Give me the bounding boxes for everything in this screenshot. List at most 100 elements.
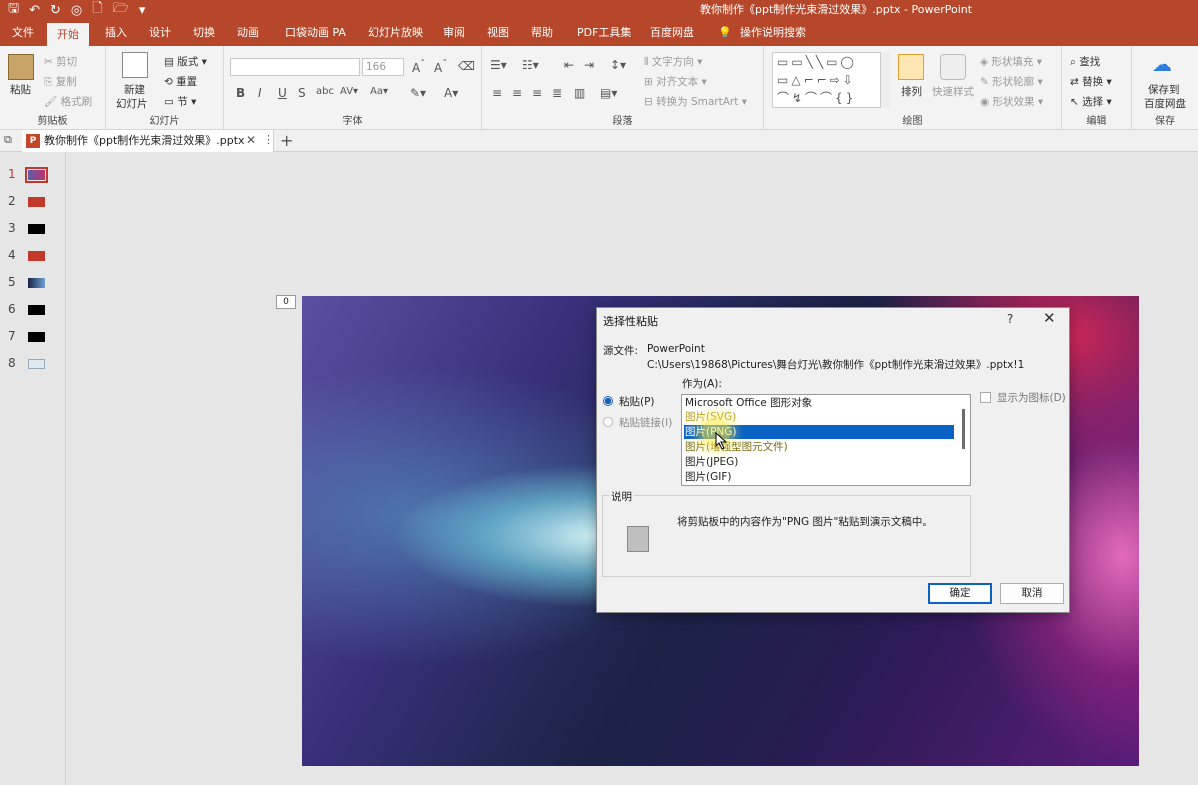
shapes-gallery[interactable]: ▭▭╲╲▭◯ ▭△⌐⌐⇨⇩ ⌒↯⌒⌒{} bbox=[772, 52, 890, 108]
smartart-button[interactable]: ⊟ 转换为 SmartArt ▾ bbox=[644, 94, 747, 109]
italic-icon[interactable]: I bbox=[258, 86, 262, 100]
find-button[interactable]: ⌕ 查找 bbox=[1070, 54, 1100, 69]
baidu-netdisk-icon[interactable]: ☁ bbox=[1152, 52, 1172, 76]
paste-link-radio[interactable] bbox=[603, 417, 613, 427]
decrease-font-icon[interactable]: Aˇ bbox=[434, 59, 447, 75]
close-icon[interactable]: ✕ bbox=[1043, 309, 1056, 327]
list-item[interactable]: Microsoft Office 图形对象 bbox=[684, 396, 812, 410]
paste-radio[interactable] bbox=[603, 396, 613, 406]
strikethrough-icon[interactable]: abc bbox=[316, 86, 334, 97]
listbox-scrollbar[interactable] bbox=[962, 409, 965, 449]
copy-button[interactable]: ⎘ 复制 bbox=[44, 74, 77, 89]
shape-fill-button[interactable]: ◈ 形状填充 ▾ bbox=[980, 54, 1042, 69]
tab-pdf-tools[interactable]: PDF工具集 bbox=[575, 20, 633, 46]
new-slide-button[interactable]: 新建 bbox=[124, 82, 145, 97]
thumbnail-6[interactable]: 6 bbox=[0, 300, 66, 320]
thumbnail-2[interactable]: 2 bbox=[0, 192, 66, 212]
thumbnail-1[interactable]: 1 bbox=[0, 165, 66, 185]
customize-qat-icon[interactable]: ▾ bbox=[139, 3, 146, 18]
cancel-button[interactable]: 取消 bbox=[1000, 583, 1064, 604]
tab-list-icon[interactable]: ⧉ bbox=[4, 133, 12, 147]
new-tab-icon[interactable]: + bbox=[280, 131, 293, 150]
replace-button[interactable]: ⇄ 替换 ▾ bbox=[1070, 74, 1112, 89]
tab-animations[interactable]: 动画 bbox=[235, 20, 261, 46]
font-color-icon[interactable]: A▾ bbox=[444, 86, 458, 100]
tab-file[interactable]: 文件 bbox=[10, 20, 36, 46]
tab-baidu-netdisk[interactable]: 百度网盘 bbox=[648, 20, 696, 46]
document-tab[interactable]: P 教你制作《ppt制作光束滑过效果》.pptx ✕ ⋮ bbox=[22, 130, 274, 152]
arrange-button[interactable]: 排列 bbox=[901, 84, 922, 99]
underline-icon[interactable]: U bbox=[278, 86, 287, 100]
select-button[interactable]: ↖ 选择 ▾ bbox=[1070, 94, 1112, 109]
font-size-combo[interactable]: 166 bbox=[362, 58, 404, 76]
paste-button[interactable]: 粘贴 bbox=[10, 82, 31, 97]
help-icon[interactable]: ? bbox=[1007, 312, 1013, 326]
present-icon[interactable]: ◎ bbox=[71, 3, 82, 18]
numbering-icon[interactable]: ☷▾ bbox=[522, 58, 539, 72]
layout-button[interactable]: ▤ 版式 ▾ bbox=[164, 54, 207, 69]
arrange-icon[interactable] bbox=[898, 54, 924, 80]
new-file-icon[interactable]: 🗋 bbox=[92, 0, 102, 21]
highlight-icon[interactable]: ✎▾ bbox=[410, 86, 426, 100]
paste-radio-label[interactable]: 粘贴(P) bbox=[619, 394, 655, 409]
quick-styles-icon[interactable] bbox=[940, 54, 966, 80]
clear-format-icon[interactable]: ⌫ bbox=[458, 59, 475, 73]
decrease-indent-icon[interactable]: ⇤ bbox=[564, 58, 574, 72]
shape-outline-button[interactable]: ✎ 形状轮廓 ▾ bbox=[980, 74, 1043, 89]
tab-home[interactable]: 开始 bbox=[47, 23, 89, 46]
tab-transitions[interactable]: 切换 bbox=[191, 20, 217, 46]
columns-icon[interactable]: ▤▾ bbox=[600, 86, 617, 100]
align-right-icon[interactable]: ≡ bbox=[532, 86, 542, 100]
thumbnail-8[interactable]: 8 bbox=[0, 354, 66, 374]
shape-effects-button[interactable]: ◉ 形状效果 ▾ bbox=[980, 94, 1043, 109]
align-center-icon[interactable]: ≡ bbox=[512, 86, 522, 100]
redo-icon[interactable]: ↻ bbox=[50, 3, 61, 18]
format-painter-button[interactable]: 🖌 格式刷 bbox=[44, 94, 92, 109]
shadow-icon[interactable]: S bbox=[298, 86, 306, 100]
tab-pocket-animation[interactable]: 口袋动画 PA bbox=[283, 20, 348, 46]
tab-design[interactable]: 设计 bbox=[147, 20, 173, 46]
save-icon[interactable]: 🖫 bbox=[8, 0, 19, 21]
list-item[interactable]: 图片(JPEG) bbox=[684, 455, 738, 469]
tab-insert[interactable]: 插入 bbox=[103, 20, 129, 46]
tab-slideshow[interactable]: 幻灯片放映 bbox=[366, 20, 425, 46]
save-to-netdisk-button[interactable]: 保存到 bbox=[1148, 82, 1180, 97]
bullets-icon[interactable]: ☰▾ bbox=[490, 58, 507, 72]
open-folder-icon[interactable]: 🗁 bbox=[113, 0, 129, 21]
cut-button[interactable]: ✂ 剪切 bbox=[44, 54, 77, 69]
close-tab-icon[interactable]: ✕ bbox=[246, 133, 256, 147]
show-as-icon-checkbox[interactable] bbox=[980, 392, 991, 403]
distributed-icon[interactable]: ▥ bbox=[574, 86, 585, 100]
font-name-combo[interactable] bbox=[230, 58, 360, 76]
align-left-icon[interactable]: ≡ bbox=[492, 86, 502, 100]
tab-review[interactable]: 审阅 bbox=[441, 20, 467, 46]
bold-icon[interactable]: B bbox=[236, 86, 245, 100]
align-text-button[interactable]: ⊞ 对齐文本 ▾ bbox=[644, 74, 707, 89]
justify-icon[interactable]: ≣ bbox=[552, 86, 562, 100]
new-slide-label[interactable]: 幻灯片 bbox=[116, 96, 148, 111]
save-to-netdisk-label[interactable]: 百度网盘 bbox=[1144, 96, 1186, 111]
section-button[interactable]: ▭ 节 ▾ bbox=[164, 94, 196, 109]
tab-view[interactable]: 视图 bbox=[485, 20, 511, 46]
tab-help[interactable]: 帮助 bbox=[529, 20, 555, 46]
thumbnail-3[interactable]: 3 bbox=[0, 219, 66, 239]
char-spacing-icon[interactable]: AV▾ bbox=[340, 86, 358, 97]
increase-indent-icon[interactable]: ⇥ bbox=[584, 58, 594, 72]
tab-menu-icon[interactable]: ⋮ bbox=[263, 133, 274, 146]
quick-styles-button[interactable]: 快速样式 bbox=[932, 84, 974, 99]
thumbnail-5[interactable]: 5 bbox=[0, 273, 66, 293]
line-spacing-icon[interactable]: ↕▾ bbox=[610, 58, 626, 72]
reset-button[interactable]: ⟲ 重置 bbox=[164, 74, 197, 89]
list-item[interactable]: 图片(GIF) bbox=[684, 470, 731, 484]
thumbnail-4[interactable]: 4 bbox=[0, 246, 66, 266]
new-slide-icon[interactable] bbox=[122, 52, 148, 78]
ok-button[interactable]: 确定 bbox=[928, 583, 992, 604]
thumbnail-7[interactable]: 7 bbox=[0, 327, 66, 347]
increase-font-icon[interactable]: Aˆ bbox=[412, 59, 425, 75]
show-as-icon-label[interactable]: 显示为图标(D) bbox=[997, 390, 1066, 405]
paste-link-radio-label[interactable]: 粘贴链接(I) bbox=[619, 415, 672, 430]
text-direction-button[interactable]: ⫴ 文字方向 ▾ bbox=[644, 54, 702, 69]
undo-icon[interactable]: ↶ bbox=[29, 3, 40, 18]
paste-icon[interactable] bbox=[8, 54, 34, 80]
list-item[interactable]: 图片(增强型图元文件) bbox=[684, 440, 788, 454]
